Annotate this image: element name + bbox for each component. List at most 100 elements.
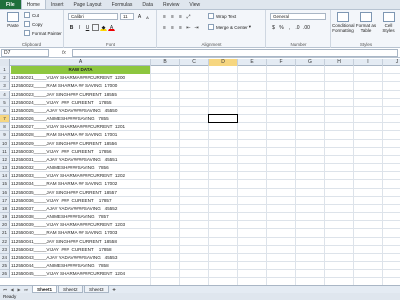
sheet-tab-sheet1[interactable]: Sheet1 <box>32 286 58 293</box>
row-header[interactable]: 22 <box>0 237 10 246</box>
shrink-font-button[interactable]: A <box>144 13 151 20</box>
table-row[interactable]: 112550032_____ANIMESH####SAVING 7856 <box>11 164 151 172</box>
row-header[interactable]: 15 <box>0 180 10 189</box>
column-header-g[interactable]: G <box>296 59 325 66</box>
row-header[interactable]: 1 <box>0 66 10 75</box>
column-header-c[interactable]: C <box>180 59 209 66</box>
row-header[interactable]: 19 <box>0 213 10 222</box>
format-as-table-button[interactable]: Format as Table <box>355 12 377 38</box>
row-header[interactable]: 8 <box>0 123 10 132</box>
bold-button[interactable]: B <box>68 24 75 31</box>
table-row[interactable]: 112550043_____AJAY YADAV####SAVING 45553 <box>11 254 151 262</box>
tab-home[interactable]: Home <box>20 0 46 9</box>
column-header-d[interactable]: D <box>209 59 238 66</box>
table-row[interactable]: 112550021_____VIJAY SHARMA####CURRENT 12… <box>11 74 151 82</box>
row-header[interactable]: 7 <box>0 115 10 124</box>
table-row[interactable]: 112550040_____RAM SHARMA ## SAVING 17003 <box>11 229 151 237</box>
tab-view[interactable]: View <box>184 0 205 9</box>
fill-color-icon[interactable]: ◆ <box>100 24 107 31</box>
table-row[interactable]: 112550026_____ANIMESH####SAVING 7855 <box>11 115 151 123</box>
orientation-icon[interactable]: ⤢ <box>185 13 192 20</box>
row-header[interactable]: 9 <box>0 131 10 140</box>
increase-indent-icon[interactable]: ⇥ <box>193 24 200 31</box>
conditional-formatting-button[interactable]: Conditional Formatting <box>332 12 355 38</box>
decrease-indent-icon[interactable]: ⇤ <box>185 24 192 31</box>
fx-icon[interactable]: fx <box>62 49 66 57</box>
grow-font-button[interactable]: A <box>136 13 143 20</box>
tab-review[interactable]: Review <box>158 0 184 9</box>
row-header[interactable]: 26 <box>0 270 10 279</box>
row-header[interactable]: 16 <box>0 188 10 197</box>
tab-insert[interactable]: Insert <box>46 0 69 9</box>
row-header[interactable]: 17 <box>0 196 10 205</box>
table-row[interactable]: 112550025_____AJAY YADAV####SAVING 45550 <box>11 107 151 115</box>
table-row[interactable]: 112550044_____ANIMESH####SAVING 7858 <box>11 262 151 270</box>
table-row[interactable]: 112550027_____VIJAY SHARMA####CURRENT 12… <box>11 123 151 131</box>
table-row[interactable]: 112550023_____JAY SINGH### CURRENT 18555 <box>11 91 151 99</box>
tab-page-layout[interactable]: Page Layout <box>68 0 106 9</box>
align-right-icon[interactable]: ≡ <box>177 24 184 31</box>
comma-button[interactable]: , <box>286 24 293 31</box>
worksheet-grid[interactable]: ABCDEFGHIJ 1 RAW DATA 2 112550021_____VIJAY… <box>0 59 400 288</box>
column-header-j[interactable]: J <box>383 59 400 66</box>
align-bottom-icon[interactable]: ≡ <box>177 13 184 20</box>
row-header[interactable]: 25 <box>0 262 10 271</box>
table-row[interactable]: 112550022_____RAM SHARMA ## SAVING 17000 <box>11 82 151 90</box>
tab-file[interactable]: File <box>0 0 21 9</box>
cell-styles-button[interactable]: Cell Styles <box>378 12 399 38</box>
table-row[interactable]: 112550029_____JAY SINGH### CURRENT 18556 <box>11 140 151 148</box>
column-header-i[interactable]: I <box>354 59 383 66</box>
table-row[interactable]: 112550042_____VIJAY ### CUREENT 17858 <box>11 246 151 254</box>
table-row[interactable]: 112550035_____JAY SINGH### CURRENT 18557 <box>11 189 151 197</box>
wrap-text-button[interactable]: Wrap Text <box>208 13 236 19</box>
table-row[interactable]: 112550037_____AJAY YADAV####SAVING 45552 <box>11 205 151 213</box>
align-center-icon[interactable]: ≡ <box>169 24 176 31</box>
table-row[interactable]: 112550041_____JAY SINGH### CURRENT 18558 <box>11 238 151 246</box>
table-row[interactable]: 112550034_____RAM SHARMA ## SAVING 17002 <box>11 180 151 188</box>
align-middle-icon[interactable]: ≡ <box>169 13 176 20</box>
table-row[interactable]: 112550036_____VIJAY ### CUREENT 17857 <box>11 197 151 205</box>
paste-button[interactable]: Paste <box>1 12 25 38</box>
sheet-tab-sheet3[interactable]: Sheet3 <box>84 286 109 293</box>
table-row[interactable]: 112550039_____VIJAY SHARMA####CURRENT 12… <box>11 221 151 229</box>
select-all-corner[interactable] <box>0 59 10 66</box>
font-size-combo[interactable]: 11 <box>120 13 134 20</box>
decrease-decimal-icon[interactable]: .00 <box>302 24 310 31</box>
row-header[interactable]: 3 <box>0 82 10 91</box>
sheet-tab-sheet2[interactable]: Sheet2 <box>58 286 83 293</box>
tab-data[interactable]: Data <box>137 0 158 9</box>
name-box[interactable]: D7 <box>1 49 49 57</box>
row-header[interactable]: 18 <box>0 204 10 214</box>
row-header[interactable]: 23 <box>0 245 10 254</box>
row-header[interactable]: 10 <box>0 139 10 148</box>
table-row[interactable]: 112550031_____AJAY YADAV####SAVING 45551 <box>11 156 151 164</box>
column-header-e[interactable]: E <box>238 59 267 66</box>
currency-button[interactable]: $ <box>270 24 277 31</box>
align-top-icon[interactable]: ≡ <box>161 13 168 20</box>
italic-button[interactable]: I <box>76 24 83 31</box>
table-row[interactable]: 112550038_____ANIMESH####SAVING 7857 <box>11 213 151 221</box>
row-header[interactable]: 11 <box>0 147 10 156</box>
column-header-h[interactable]: H <box>325 59 354 66</box>
active-cell[interactable] <box>208 114 238 124</box>
format-painter-button[interactable]: Format Painter <box>24 30 62 36</box>
table-row[interactable]: 112550024_____VIJAY ### CUREENT 17855 <box>11 99 151 107</box>
number-format-combo[interactable]: General <box>270 13 326 20</box>
row-header[interactable]: 12 <box>0 155 10 165</box>
borders-icon[interactable] <box>92 24 99 31</box>
table-row[interactable]: 112550045_____VIJAY SHARMA####CURRENT 12… <box>11 270 151 278</box>
row-header[interactable]: 20 <box>0 221 10 230</box>
tab-formulas[interactable]: Formulas <box>107 0 138 9</box>
underline-button[interactable]: U <box>84 24 91 31</box>
row-header[interactable]: 13 <box>0 164 10 173</box>
column-header-f[interactable]: F <box>267 59 296 66</box>
formula-input[interactable] <box>72 49 398 57</box>
row-header[interactable]: 24 <box>0 253 10 263</box>
column-header-a[interactable]: A <box>11 59 151 66</box>
increase-decimal-icon[interactable]: .0 <box>294 24 301 31</box>
merge-center-button[interactable]: Merge & Center ▾ <box>208 24 251 30</box>
percent-button[interactable]: % <box>278 24 285 31</box>
table-row[interactable]: 112550030_____VIJAY ### CUREENT 17856 <box>11 148 151 156</box>
row-header[interactable]: 4 <box>0 90 10 99</box>
cut-button[interactable]: Cut <box>24 12 39 18</box>
